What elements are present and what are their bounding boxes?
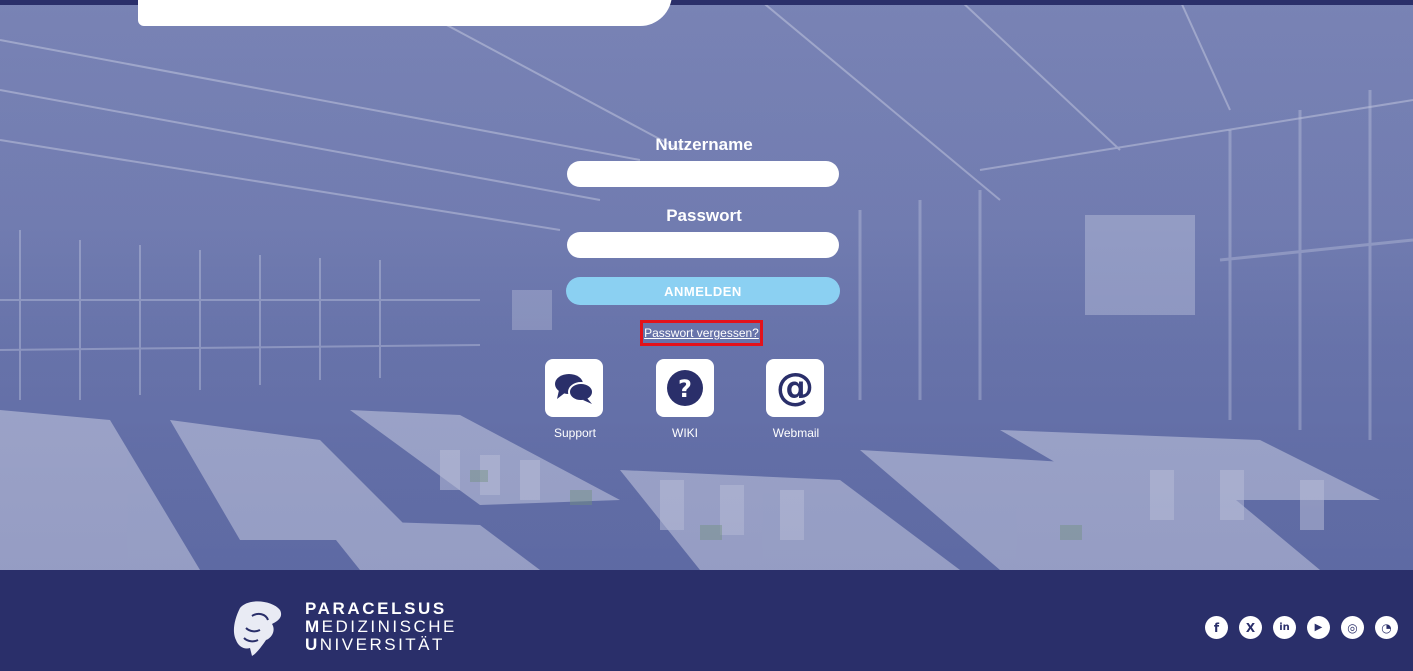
university-logo-banner[interactable]: [138, 0, 672, 26]
wiki-label[interactable]: WIKI: [645, 426, 725, 440]
webmail-label[interactable]: Webmail: [756, 426, 836, 440]
brand-line-2: MEDIZINISCHE: [305, 617, 457, 636]
university-name[interactable]: PARACELSUS MEDIZINISCHE UNIVERSITÄT: [305, 600, 457, 654]
youtube-icon[interactable]: ▶: [1307, 616, 1330, 639]
chat-bubbles-icon: [555, 374, 594, 404]
password-label: Passwort: [666, 206, 742, 225]
paracelsus-portrait-logo[interactable]: [232, 598, 288, 663]
svg-text:@: @: [776, 368, 814, 408]
xing-icon[interactable]: X: [1239, 616, 1262, 639]
support-tile[interactable]: [545, 359, 603, 417]
rss-icon[interactable]: ◔: [1375, 616, 1398, 639]
linkedin-icon[interactable]: in: [1273, 616, 1296, 639]
forgot-password-link[interactable]: Passwort vergessen?: [640, 320, 763, 346]
facebook-icon[interactable]: f: [1205, 616, 1228, 639]
username-label: Nutzername: [655, 135, 753, 154]
support-label[interactable]: Support: [535, 426, 615, 440]
instagram-icon[interactable]: ◎: [1341, 616, 1364, 639]
svg-text:?: ?: [678, 375, 692, 403]
footer: [0, 570, 1413, 671]
wiki-tile[interactable]: ?: [656, 359, 714, 417]
question-circle-icon: ?: [667, 370, 703, 406]
password-input[interactable]: [567, 232, 839, 258]
brand-line-3: UNIVERSITÄT: [305, 635, 445, 654]
webmail-tile[interactable]: @: [766, 359, 824, 417]
social-links: f X in ▶ ◎ ◔: [1205, 616, 1398, 639]
username-input[interactable]: [567, 161, 839, 187]
brand-line-1: PARACELSUS: [305, 599, 447, 618]
login-button[interactable]: ANMELDEN: [566, 277, 840, 305]
at-sign-icon: @: [776, 368, 814, 408]
